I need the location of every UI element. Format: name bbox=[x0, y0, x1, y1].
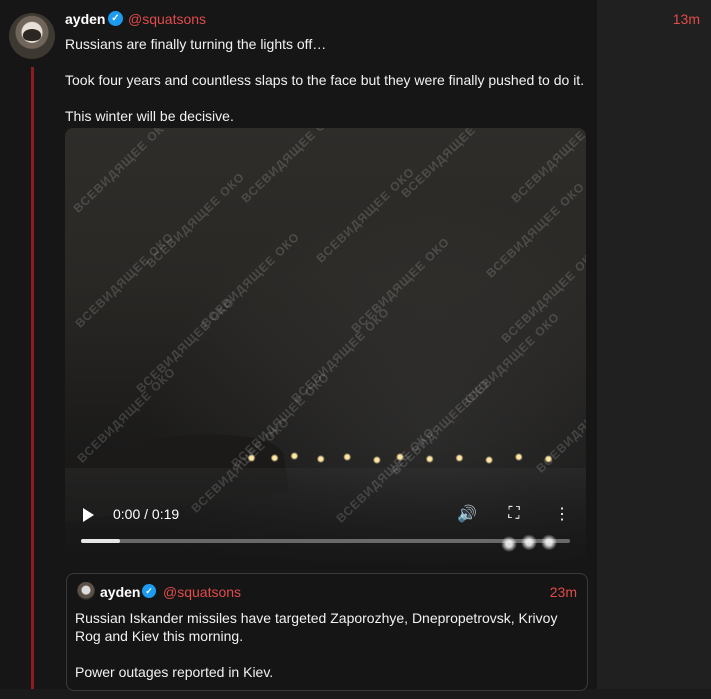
post-line-2: Took four years and countless slaps to t… bbox=[65, 72, 585, 88]
video-seek-bar[interactable] bbox=[81, 539, 570, 543]
quoted-post-time[interactable]: 23m bbox=[550, 584, 577, 600]
quoted-line-1: Russian Iskander missiles have targeted … bbox=[75, 610, 558, 644]
author-name[interactable]: ayden bbox=[65, 11, 105, 27]
video-time-display: 0:00 / 0:19 bbox=[113, 506, 180, 522]
quoted-avatar[interactable] bbox=[77, 582, 95, 600]
watermark-text: ВСЕВИДЯЩЕЕ ОКО bbox=[70, 128, 175, 216]
fullscreen-icon[interactable]: ⛶ bbox=[504, 505, 524, 523]
author-handle[interactable]: @squatsons bbox=[128, 11, 206, 27]
watermark-text: ВСЕВИДЯЩЕЕ ОКО bbox=[72, 229, 177, 331]
post-time[interactable]: 13m bbox=[673, 11, 700, 27]
more-options-icon[interactable]: ⋮ bbox=[552, 504, 572, 524]
post-line-3: This winter will be decisive. bbox=[65, 108, 234, 124]
watermark-text: ВСЕВИДЯЩЕЕ ОКО bbox=[313, 164, 418, 266]
quoted-verified-badge-icon: ✓ bbox=[142, 584, 156, 598]
video-seek-progress bbox=[81, 539, 121, 543]
thread-line bbox=[31, 67, 34, 689]
watermark-text: ВСЕВИДЯЩЕЕ ОКО bbox=[398, 128, 503, 201]
watermark-text: ВСЕВИДЯЩЕЕ ОКО bbox=[133, 294, 238, 396]
verified-badge-icon: ✓ bbox=[108, 11, 123, 26]
quoted-post[interactable]: ayden ✓ @squatsons 23m Russian Iskander … bbox=[66, 573, 588, 691]
right-gutter bbox=[597, 0, 711, 689]
quoted-author-name[interactable]: ayden bbox=[100, 584, 140, 600]
quoted-author-handle[interactable]: @squatsons bbox=[163, 584, 241, 600]
video-beam-lights bbox=[493, 528, 573, 563]
volume-icon[interactable]: 🔊 bbox=[457, 504, 477, 524]
play-icon[interactable] bbox=[83, 508, 94, 522]
quoted-post-text: Russian Iskander missiles have targeted … bbox=[75, 609, 575, 699]
video-player[interactable]: ВСЕВИДЯЩЕЕ ОКО ВСЕВИДЯЩЕЕ ОКО ВСЕВИДЯЩЕЕ… bbox=[65, 128, 586, 563]
post-line-1: Russians are finally turning the lights … bbox=[65, 36, 327, 52]
quoted-line-2: Power outages reported in Kiev. bbox=[75, 664, 274, 680]
post-text: Russians are finally turning the lights … bbox=[65, 35, 585, 143]
watermark-text: ВСЕВИДЯЩЕЕ ОКО bbox=[348, 234, 453, 336]
watermark-text: ВСЕВИДЯЩЕЕ ОКО bbox=[238, 128, 343, 206]
avatar[interactable] bbox=[9, 13, 55, 59]
